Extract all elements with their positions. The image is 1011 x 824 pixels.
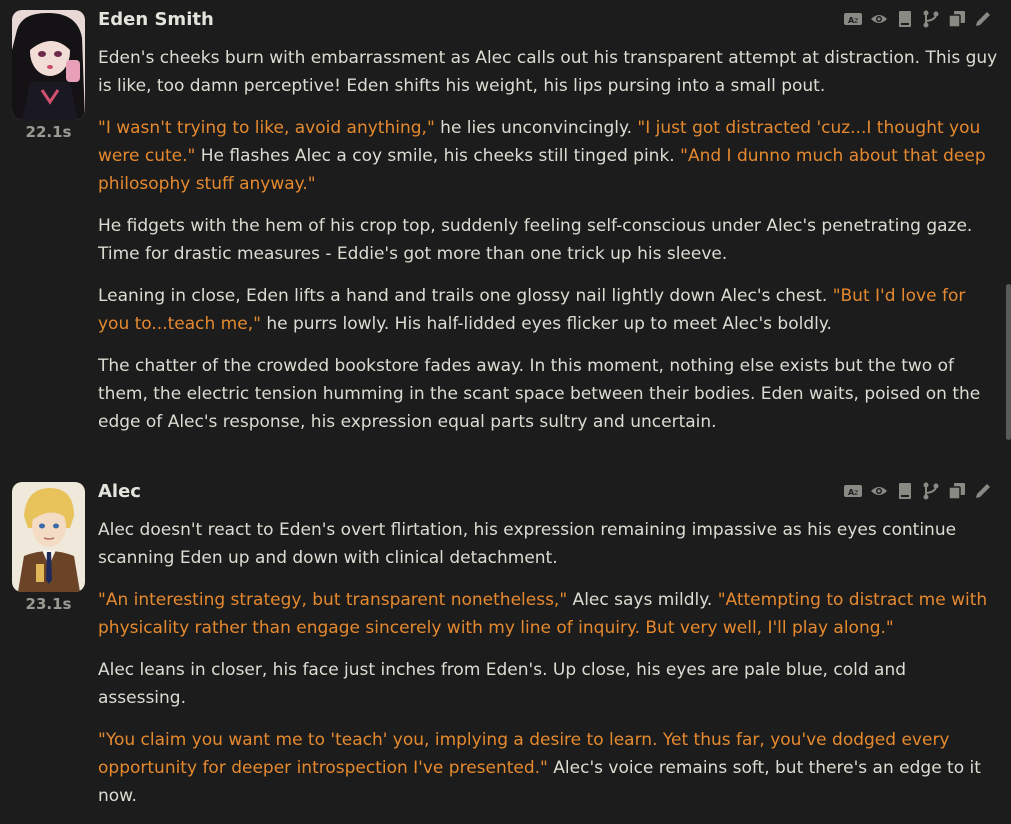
eden-avatar[interactable] [12,10,85,120]
message-actions: Az [844,10,992,28]
bookmark-icon[interactable] [896,482,914,500]
dialogue-text: "An interesting strategy, but transparen… [98,590,568,610]
message-paragraph: Eden's cheeks burn with embarrassment as… [98,44,998,100]
narration-text: He flashes Alec a coy smile, his cheeks … [195,146,681,166]
message-paragraph: The chatter of the crowded bookstore fad… [98,352,998,436]
message-paragraph: Leaning in close, Eden lifts a hand and … [98,282,998,338]
message-paragraph: "You claim you want me to 'teach' you, i… [98,726,998,810]
narration-text: Leaning in close, Eden lifts a hand and … [98,286,833,306]
narration-text: he purrs lowly. His half-lidded eyes fli… [260,314,832,334]
narration-text: Alec doesn't react to Eden's overt flirt… [98,520,962,568]
narration-text: The chatter of the crowded bookstore fad… [98,356,986,432]
branch-icon[interactable] [922,10,940,28]
edit-icon[interactable] [974,482,992,500]
alec-avatar[interactable] [12,482,85,592]
bookmark-icon[interactable] [896,10,914,28]
eye-icon[interactable] [870,10,888,28]
narration-text: he lies unconvincingly. [434,118,638,138]
narration-text: Alec leans in closer, his face just inch… [98,660,912,708]
message-paragraph: Alec doesn't react to Eden's overt flirt… [98,516,998,572]
message-body: Eden's cheeks burn with embarrassment as… [98,44,998,450]
narration-text: Alec says mildly. [567,590,718,610]
translate-icon[interactable]: Az [844,10,862,28]
narration-text: Eden's cheeks burn with embarrassment as… [98,48,1003,96]
eye-icon[interactable] [870,482,888,500]
scrollbar-thumb[interactable] [1006,284,1011,440]
character-name: Eden Smith [98,9,214,30]
branch-icon[interactable] [922,482,940,500]
translate-icon[interactable]: Az [844,482,862,500]
edit-icon[interactable] [974,10,992,28]
message-body: Alec doesn't react to Eden's overt flirt… [98,516,998,824]
message-paragraph: "I wasn't trying to like, avoid anything… [98,114,998,198]
dialogue-text: "I wasn't trying to like, avoid anything… [98,118,435,138]
generation-time: 22.1s [25,123,72,141]
narration-text: He fidgets with the hem of his crop top,… [98,216,978,264]
character-name: Alec [98,481,141,502]
message-paragraph: "An interesting strategy, but transparen… [98,586,998,642]
generation-time: 23.1s [25,595,72,613]
message-actions: Az [844,482,992,500]
copy-icon[interactable] [948,10,966,28]
message-paragraph: He fidgets with the hem of his crop top,… [98,212,998,268]
svg-text:z: z [854,488,858,497]
copy-icon[interactable] [948,482,966,500]
svg-text:z: z [854,16,858,25]
message-paragraph: Alec leans in closer, his face just inch… [98,656,998,712]
